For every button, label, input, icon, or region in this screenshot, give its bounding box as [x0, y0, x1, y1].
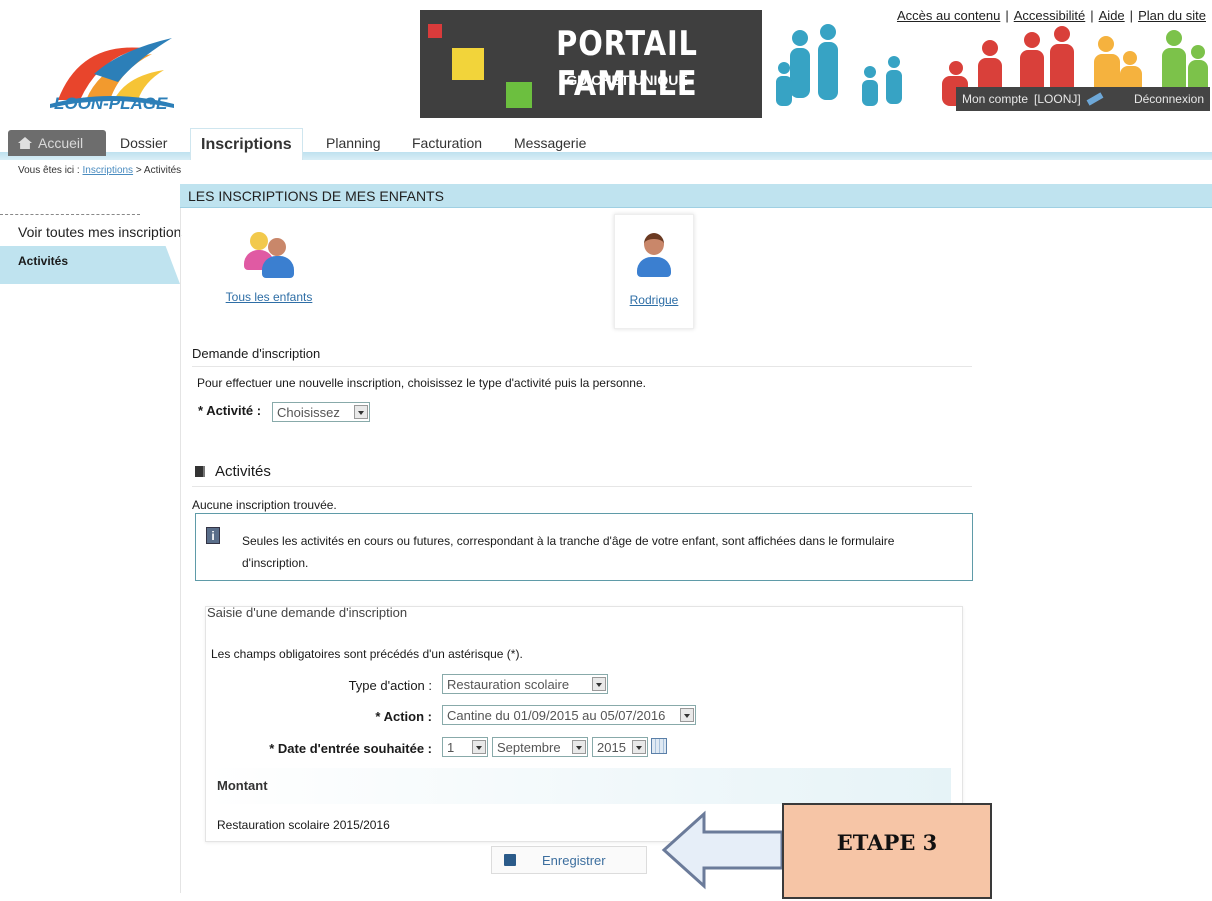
date-label: * Date d'entrée souhaitée : [269, 741, 432, 756]
activite-select-value: Choisissez [277, 404, 340, 420]
yellow-square [452, 48, 484, 80]
boy-avatar-icon [627, 229, 681, 283]
chevron-down-icon [592, 677, 606, 691]
date-month-value: Septembre [497, 739, 561, 755]
home-icon [18, 137, 32, 149]
chevron-down-icon [632, 740, 646, 754]
breadcrumb-prefix: Vous êtes ici : [18, 165, 80, 176]
step-callout-label: ETAPE 3 [836, 829, 938, 855]
sidebar-divider [0, 214, 140, 215]
chevron-down-icon [354, 405, 368, 419]
activities-heading-label: Activités [215, 463, 271, 480]
child-rodrigue[interactable]: Rodrigue [614, 214, 694, 329]
calendar-icon[interactable] [651, 738, 667, 754]
date-month-select[interactable]: Septembre [492, 737, 588, 757]
chevron-down-icon [572, 740, 586, 754]
section-title: LES INSCRIPTIONS DE MES ENFANTS [180, 184, 1212, 208]
account-bar: Mon compte [LOONJ] Déconnexion [956, 87, 1210, 111]
main-left-border [180, 208, 181, 893]
banner-title: PORTAIL FAMILLE [556, 24, 698, 104]
mandatory-note: Les champs obligatoires sont précédés d'… [211, 647, 523, 661]
action-select[interactable]: Cantine du 01/09/2015 au 05/07/2016 [442, 705, 696, 725]
date-year-value: 2015 [597, 739, 626, 755]
sidebar-item-all-inscriptions[interactable]: Voir toutes mes inscriptions [18, 224, 182, 240]
nav-underline [0, 152, 1212, 160]
type-action-value: Restauration scolaire [447, 676, 570, 692]
request-title: Demande d'inscription [192, 346, 972, 367]
pencil-icon [1086, 92, 1104, 106]
tab-planning[interactable]: Planning [316, 130, 391, 156]
save-button-label: Enregistrer [542, 852, 606, 868]
child-label-rodrigue: Rodrigue [629, 293, 679, 307]
date-day-select[interactable]: 1 [442, 737, 488, 757]
red-square [428, 24, 442, 38]
info-icon: i [206, 527, 220, 544]
tab-dossier[interactable]: Dossier [110, 130, 177, 156]
save-button[interactable]: Enregistrer [491, 846, 647, 874]
portal-banner: PORTAIL FAMILLE GUICHET UNIQUE [420, 10, 762, 118]
tab-facturation[interactable]: Facturation [402, 130, 492, 156]
action-label: * Action : [375, 709, 432, 724]
link-aide[interactable]: Aide [1099, 8, 1125, 23]
chevron-down-icon [680, 708, 694, 722]
banner-subtitle: GUICHET UNIQUE [566, 72, 688, 88]
top-links: Accès au contenu | Accessibilité | Aide | Plan… [896, 8, 1206, 23]
breadcrumb-separator: > [135, 165, 142, 176]
date-year-select[interactable]: 2015 [592, 737, 648, 757]
type-action-select[interactable]: Restauration scolaire [442, 674, 608, 694]
account-user: [LOONJ] [1034, 92, 1081, 106]
breadcrumb: Vous êtes ici : Inscriptions > Activités [18, 165, 181, 176]
children-avatar-icon [242, 226, 296, 280]
activities-heading: Activités [195, 463, 271, 480]
logo-text: LOON-PLAGE [54, 94, 168, 113]
breadcrumb-link-inscriptions[interactable]: Inscriptions [82, 165, 133, 176]
tab-messagerie[interactable]: Messagerie [504, 130, 596, 156]
step-callout: ETAPE 3 [782, 803, 992, 899]
account-link[interactable]: Mon compte [962, 92, 1028, 106]
tab-accueil-label: Accueil [38, 135, 84, 151]
info-text: Seules les activités en cours ou futures… [242, 534, 895, 570]
callout-arrow [661, 810, 784, 890]
link-plan-du-site[interactable]: Plan du site [1138, 8, 1206, 23]
no-inscription-message: Aucune inscription trouvée. [192, 498, 337, 512]
book-icon [195, 466, 205, 477]
activite-label: * Activité : [198, 403, 262, 418]
link-acces-contenu[interactable]: Accès au contenu [897, 8, 1000, 23]
request-instructions: Pour effectuer une nouvelle inscription,… [197, 376, 646, 390]
tab-inscriptions[interactable]: Inscriptions [190, 128, 303, 160]
action-value: Cantine du 01/09/2015 au 05/07/2016 [447, 707, 666, 723]
chevron-down-icon [472, 740, 486, 754]
activite-select[interactable]: Choisissez [272, 402, 370, 422]
tab-accueil[interactable]: Accueil [8, 130, 106, 156]
montant-header: Montant [207, 768, 951, 804]
date-day-value: 1 [447, 739, 455, 755]
main-nav: Accueil Dossier Inscriptions Planning Fa… [0, 126, 1212, 160]
logout-link[interactable]: Déconnexion [1134, 92, 1204, 106]
info-box: i Seules les activités en cours ou futur… [195, 513, 973, 581]
child-label-tous: Tous les enfants [225, 290, 313, 304]
activities-divider [192, 486, 972, 487]
child-tous-les-enfants[interactable]: Tous les enfants [214, 226, 324, 304]
breadcrumb-current: Activités [143, 165, 182, 176]
floppy-disk-icon [504, 854, 516, 866]
type-action-label: Type d'action : [348, 678, 432, 693]
sidebar-item-activites[interactable]: Activités [0, 246, 180, 284]
montant-value: Restauration scolaire 2015/2016 [217, 818, 390, 832]
form-title: Saisie d'une demande d'inscription [207, 605, 408, 620]
link-accessibilite[interactable]: Accessibilité [1014, 8, 1086, 23]
